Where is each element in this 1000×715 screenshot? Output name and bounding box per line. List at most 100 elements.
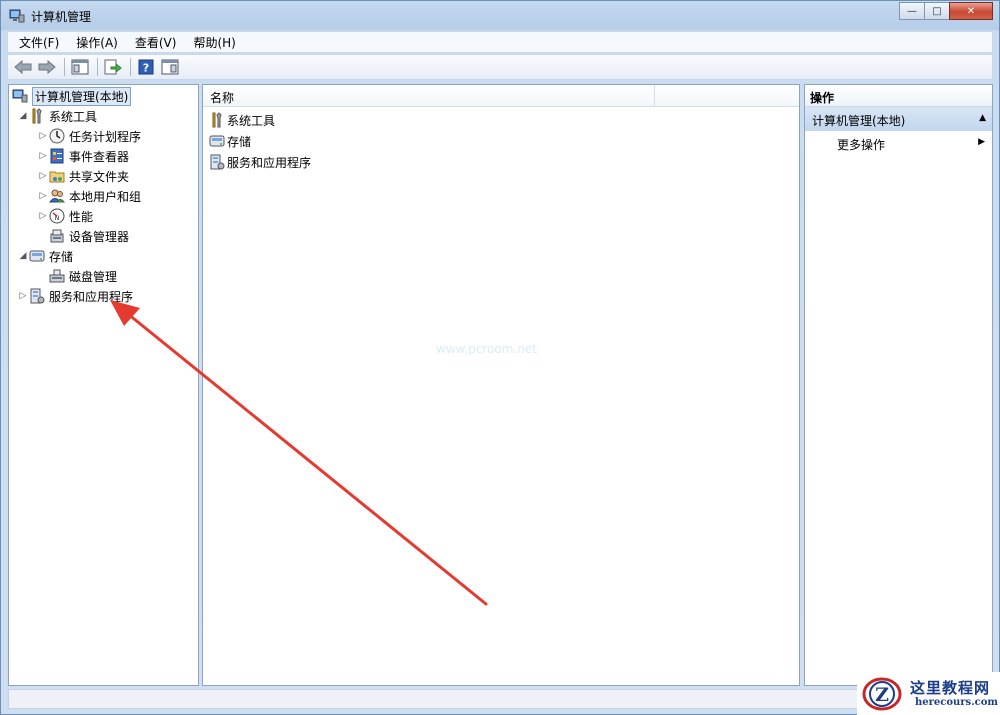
list-item-system-tools[interactable]: 系统工具 xyxy=(209,110,275,130)
export-list-button[interactable] xyxy=(102,57,124,77)
device-manager-icon xyxy=(50,229,64,243)
console-tree-pane: 计算机管理(本地) ◢ 系统工具 ▷ 任务计划程序 ▷ 事件查看器 ▷ 共享文件… xyxy=(8,84,199,686)
back-button[interactable] xyxy=(12,57,34,77)
toolbar-separator xyxy=(130,58,131,76)
column-header-label: 名称 xyxy=(210,91,235,105)
help-button[interactable]: ? xyxy=(135,57,157,77)
performance-gauge-icon: N xyxy=(49,208,65,224)
window-title: 计算机管理 xyxy=(31,10,92,24)
expand-triangle-icon[interactable]: ▷ xyxy=(37,131,49,141)
watermark-text: www.pcroom.net xyxy=(436,342,537,356)
menu-view[interactable]: 查看(V) xyxy=(124,34,183,51)
tree-item-storage[interactable]: ◢ 存储 xyxy=(17,246,73,266)
tree-label: 事件查看器 xyxy=(69,149,130,164)
tree-item-task-scheduler[interactable]: ▷ 任务计划程序 xyxy=(37,126,141,146)
export-list-icon xyxy=(104,59,122,75)
tree-item-device-manager[interactable]: 设备管理器 xyxy=(37,226,129,246)
tree-label: 共享文件夹 xyxy=(69,169,130,184)
close-button[interactable]: ✕ xyxy=(949,2,993,20)
tree-item-system-tools[interactable]: ◢ 系统工具 xyxy=(17,106,97,126)
logo-site-url: herecours.com xyxy=(915,697,999,708)
tree-item-disk-management[interactable]: 磁盘管理 xyxy=(37,266,117,286)
list-item-label: 服务和应用程序 xyxy=(227,155,312,170)
action-pane: 操作 计算机管理(本地) ▲ 更多操作 ▶ xyxy=(804,84,993,686)
menu-file[interactable]: 文件(F) xyxy=(8,34,65,51)
tree-item-shared-folders[interactable]: ▷ 共享文件夹 xyxy=(37,166,129,186)
tree-label: 存储 xyxy=(49,249,74,264)
forward-arrow-icon xyxy=(38,60,56,74)
show-hide-console-tree-button[interactable] xyxy=(69,57,91,77)
show-hide-action-pane-button[interactable] xyxy=(159,57,181,77)
help-icon: ? xyxy=(138,59,154,75)
tree-item-local-users-groups[interactable]: ▷ 本地用户和组 xyxy=(37,186,141,206)
svg-text:N: N xyxy=(55,215,60,222)
users-icon xyxy=(49,189,65,203)
site-logo: Z 这里教程网 herecours.com xyxy=(857,672,1000,715)
disk-management-icon xyxy=(49,269,65,283)
tree-item-computer-management-local[interactable]: 计算机管理(本地) xyxy=(12,86,132,106)
show-hide-action-pane-icon xyxy=(161,59,179,75)
clock-icon xyxy=(49,128,65,144)
list-item-services-apps[interactable]: 服务和应用程序 xyxy=(209,152,311,172)
list-item-label: 存储 xyxy=(227,134,252,149)
services-icon xyxy=(30,288,45,304)
shared-folder-icon xyxy=(49,171,65,183)
list-item-storage[interactable]: 存储 xyxy=(209,131,251,151)
result-list-pane: 名称 系统工具 存储 服务和应用程序 xyxy=(202,84,800,686)
action-pane-title: 操作 xyxy=(810,91,835,105)
tree-item-services-apps[interactable]: ▷ 服务和应用程序 xyxy=(17,286,133,306)
minimize-button[interactable]: — xyxy=(899,2,925,20)
svg-text:?: ? xyxy=(143,62,149,75)
logo-site-name: 这里教程网 xyxy=(910,679,991,697)
tree-label: 计算机管理(本地) xyxy=(32,86,132,106)
collapse-triangle-icon[interactable]: ◢ xyxy=(17,111,29,121)
expand-triangle-icon[interactable]: ▷ xyxy=(37,211,49,221)
submenu-arrow-icon: ▶ xyxy=(978,137,985,147)
computer-management-icon xyxy=(12,89,28,103)
computer-management-window: 计算机管理 — □ ✕ 文件(F) 操作(A) 查看(V) 帮助(H) ? 计算… xyxy=(0,0,1000,715)
storage-icon xyxy=(29,250,45,262)
tree-label: 任务计划程序 xyxy=(69,129,142,144)
action-group-label: 计算机管理(本地) xyxy=(812,114,906,128)
logo-badge-icon: Z xyxy=(862,677,902,711)
toolbar-separator xyxy=(64,58,65,76)
title-bar[interactable]: 计算机管理 — □ ✕ xyxy=(1,1,999,31)
collapse-triangle-icon[interactable]: ◢ xyxy=(17,251,29,261)
storage-icon xyxy=(209,135,225,147)
tools-icon xyxy=(32,108,42,124)
tree-label: 性能 xyxy=(69,209,94,224)
action-more-actions[interactable]: 更多操作 ▶ xyxy=(805,133,992,153)
collapse-up-icon[interactable]: ▲ xyxy=(979,113,986,123)
menu-help[interactable]: 帮助(H) xyxy=(182,34,241,51)
tree-label: 系统工具 xyxy=(49,109,98,124)
menu-bar: 文件(F) 操作(A) 查看(V) 帮助(H) xyxy=(7,31,993,53)
tree-label: 本地用户和组 xyxy=(69,189,142,204)
expand-triangle-icon[interactable]: ▷ xyxy=(17,291,29,301)
action-pane-header: 操作 xyxy=(805,85,992,107)
toolbar: ? xyxy=(7,54,993,80)
tree-label: 磁盘管理 xyxy=(69,269,118,284)
expand-triangle-icon[interactable]: ▷ xyxy=(37,151,49,161)
tree-label: 设备管理器 xyxy=(69,229,130,244)
maximize-button[interactable]: □ xyxy=(924,2,950,20)
column-header-name[interactable]: 名称 xyxy=(203,85,799,107)
tools-icon xyxy=(212,112,222,128)
tree-label: 服务和应用程序 xyxy=(49,289,134,304)
back-arrow-icon xyxy=(14,60,32,74)
action-item-label: 更多操作 xyxy=(837,138,886,152)
menu-action[interactable]: 操作(A) xyxy=(65,34,124,51)
column-divider[interactable] xyxy=(654,85,655,107)
tree-item-event-viewer[interactable]: ▷ 事件查看器 xyxy=(37,146,129,166)
forward-button[interactable] xyxy=(36,57,58,77)
list-item-label: 系统工具 xyxy=(227,113,276,128)
expand-triangle-icon[interactable]: ▷ xyxy=(37,171,49,181)
show-hide-console-tree-icon xyxy=(71,59,89,75)
tree-item-performance[interactable]: ▷ N 性能 xyxy=(37,206,93,226)
computer-management-icon xyxy=(9,9,25,23)
toolbar-separator xyxy=(97,58,98,76)
expand-triangle-icon[interactable]: ▷ xyxy=(37,191,49,201)
action-group-computer-management[interactable]: 计算机管理(本地) ▲ xyxy=(805,107,992,131)
svg-text:Z: Z xyxy=(875,684,889,706)
event-viewer-icon xyxy=(50,148,64,164)
status-bar xyxy=(8,689,993,709)
